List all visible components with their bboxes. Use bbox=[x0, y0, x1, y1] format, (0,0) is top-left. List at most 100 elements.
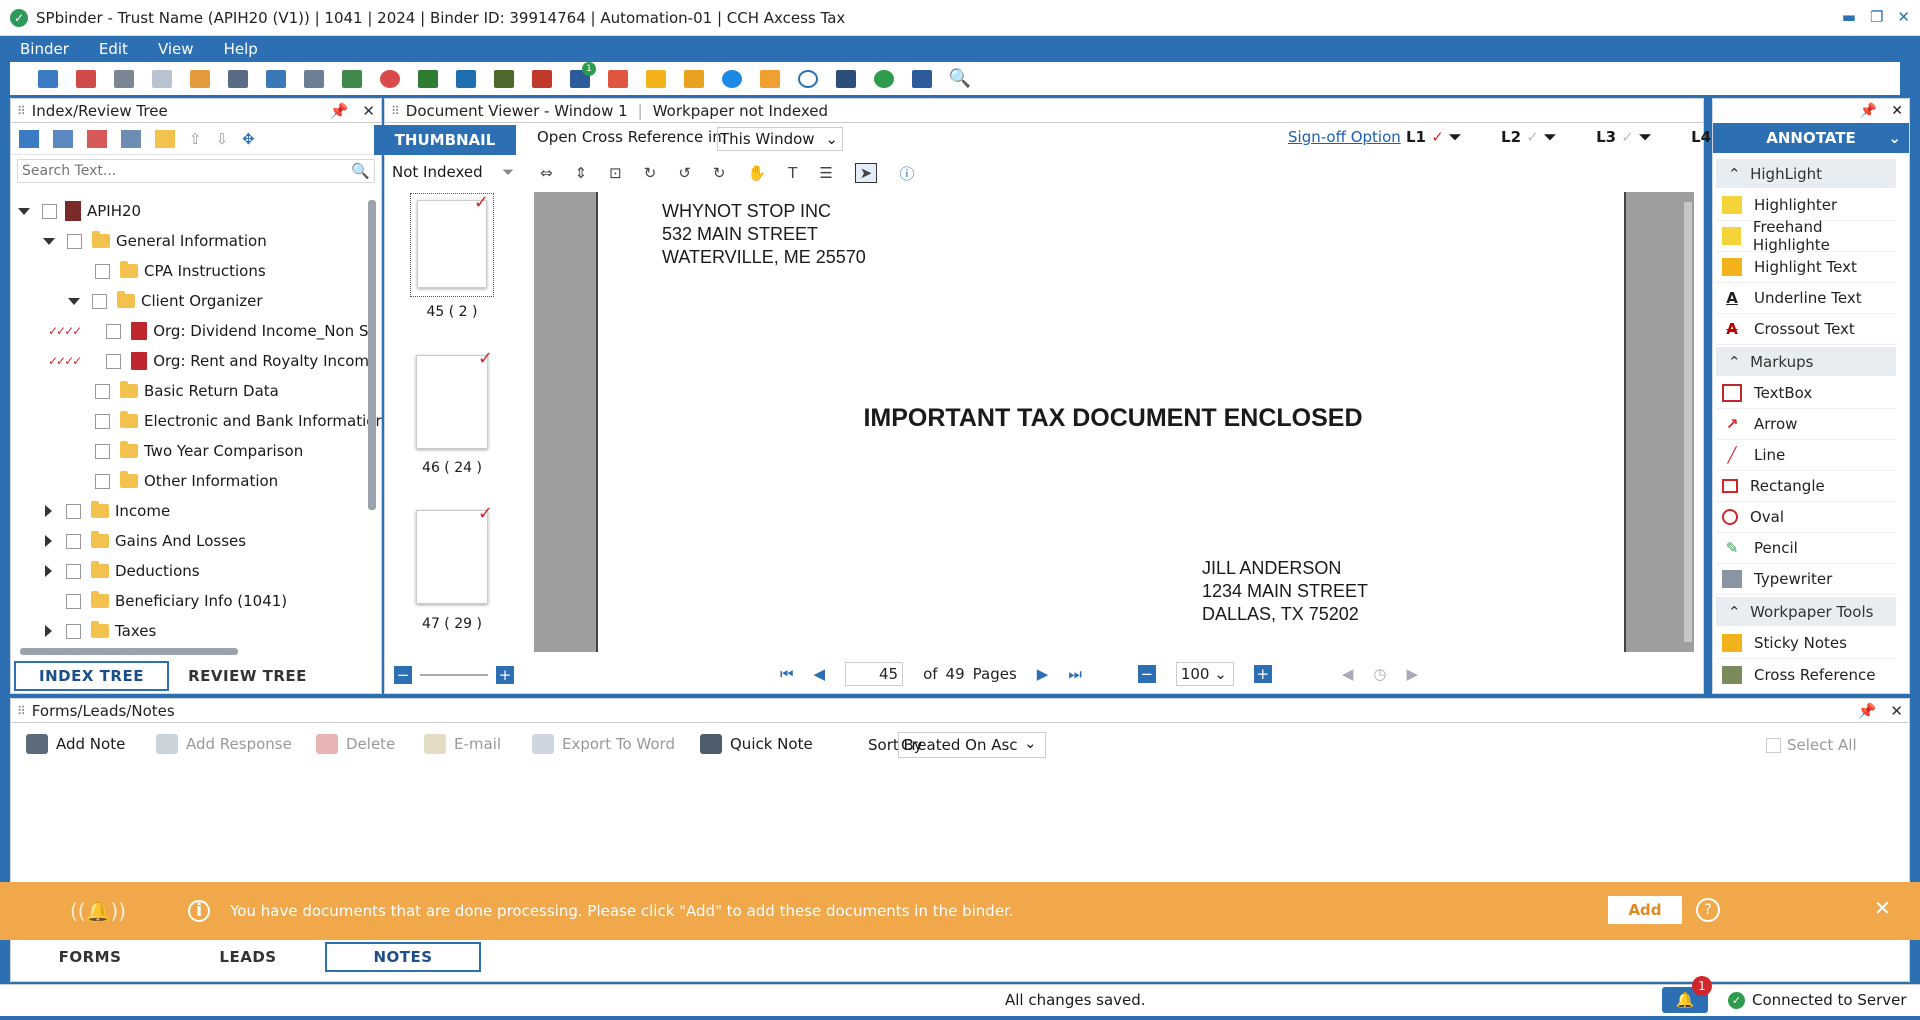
section-markups[interactable]: ⌃ Markups bbox=[1716, 347, 1896, 376]
monitor-icon[interactable] bbox=[262, 66, 290, 92]
tree-node-deductions[interactable]: Deductions bbox=[45, 557, 200, 585]
document-icon[interactable] bbox=[148, 66, 176, 92]
checkbox[interactable] bbox=[106, 323, 122, 339]
signoff-option-link[interactable]: Sign-off Option bbox=[1288, 128, 1401, 146]
tab-thumbnail[interactable]: THUMBNAIL bbox=[374, 125, 516, 155]
rotate-left-icon[interactable]: ↺ bbox=[678, 164, 691, 182]
tool-rectangle[interactable]: Rectangle bbox=[1716, 471, 1896, 502]
tree-hscroll[interactable] bbox=[20, 648, 238, 655]
history-icon[interactable]: ◷ bbox=[1373, 665, 1386, 683]
tool-sticky-notes[interactable]: Sticky Notes bbox=[1716, 628, 1896, 659]
zoom-in-icon[interactable]: + bbox=[496, 666, 514, 684]
document-canvas[interactable]: WHYNOT STOP INC 532 MAIN STREET WATERVILLE… bbox=[534, 192, 1694, 652]
import-icon[interactable] bbox=[186, 66, 214, 92]
tool-highlight-text[interactable]: Highlight Text bbox=[1716, 252, 1896, 283]
collapse-icon[interactable] bbox=[68, 297, 80, 305]
fit-width-icon[interactable]: ⇔ bbox=[540, 164, 553, 182]
email-button[interactable]: E-mail bbox=[424, 730, 501, 758]
tool-textbox[interactable]: TextBox bbox=[1716, 378, 1896, 409]
search-input[interactable] bbox=[22, 163, 352, 179]
tab-leads[interactable]: LEADS bbox=[170, 942, 326, 972]
tree-node-electronic[interactable]: Electronic and Bank Informatior bbox=[95, 407, 382, 435]
expand-icon[interactable] bbox=[45, 625, 52, 637]
select-pointer-icon[interactable]: ➤ bbox=[854, 163, 878, 183]
tab-review-tree[interactable]: REVIEW TREE bbox=[170, 661, 325, 691]
delete-note-button[interactable]: Delete bbox=[316, 730, 395, 758]
level-l2[interactable]: L2 ✓ ⏷ bbox=[1501, 128, 1556, 146]
checkbox[interactable] bbox=[95, 473, 110, 489]
checkbox[interactable] bbox=[66, 623, 81, 639]
tree-node-general[interactable]: General Information bbox=[43, 227, 267, 255]
thumbnail-46[interactable]: ✓ bbox=[416, 348, 493, 449]
checkbox[interactable] bbox=[92, 293, 107, 309]
checkbox[interactable] bbox=[66, 533, 81, 549]
close-panel-icon[interactable]: ✕ bbox=[1890, 702, 1903, 720]
minimize-icon[interactable]: ▬ bbox=[1842, 8, 1856, 26]
close-panel-icon[interactable]: ✕ bbox=[1891, 103, 1903, 119]
menu-help[interactable]: Help bbox=[220, 40, 262, 58]
tool-crossout[interactable]: A Crossout Text bbox=[1716, 314, 1896, 345]
checkbox[interactable] bbox=[66, 563, 81, 579]
close-banner-icon[interactable]: ✕ bbox=[1874, 896, 1891, 920]
tree-node-root[interactable]: APIH20 bbox=[18, 197, 141, 225]
select-all-checkbox[interactable] bbox=[1766, 737, 1781, 753]
tool-line[interactable]: ╱ Line bbox=[1716, 440, 1896, 471]
award-icon[interactable] bbox=[642, 66, 670, 92]
cross-ref-select[interactable]: This Window ⌄ bbox=[717, 127, 843, 151]
close-window-icon[interactable]: ✕ bbox=[1897, 8, 1910, 26]
zoom-out-icon[interactable]: − bbox=[394, 666, 412, 684]
fit-page-icon[interactable]: ⊡ bbox=[609, 164, 622, 182]
tool-underline[interactable]: A Underline Text bbox=[1716, 283, 1896, 314]
tree-node-income[interactable]: Income bbox=[45, 497, 170, 525]
chevron-down-icon[interactable]: ⌄ bbox=[1024, 734, 1037, 752]
close-panel-icon[interactable]: ✕ bbox=[362, 102, 375, 120]
tree-node-dividend[interactable]: ✓✓✓✓ Org: Dividend Income_Non S bbox=[48, 317, 368, 345]
expand-icon[interactable] bbox=[45, 535, 52, 547]
lock-icon[interactable] bbox=[680, 66, 708, 92]
tree-node-gains[interactable]: Gains And Losses bbox=[45, 527, 246, 555]
help-icon[interactable] bbox=[718, 66, 746, 92]
menu-view[interactable]: View bbox=[154, 40, 198, 58]
refresh-icon[interactable] bbox=[870, 66, 898, 92]
tax-blue-icon[interactable] bbox=[452, 66, 480, 92]
help-icon[interactable]: ? bbox=[1696, 898, 1720, 922]
tree-node-basic[interactable]: Basic Return Data bbox=[95, 377, 279, 405]
collapse-icon[interactable] bbox=[18, 207, 30, 215]
pin-icon[interactable]: 📌 bbox=[1860, 103, 1877, 119]
tool-freehand[interactable]: Freehand Highlighte bbox=[1716, 218, 1896, 254]
tool-typewriter[interactable]: Typewriter bbox=[1716, 564, 1896, 595]
pdf-export-icon[interactable] bbox=[72, 66, 100, 92]
menu-binder[interactable]: Binder bbox=[16, 40, 73, 58]
pan-hand-icon[interactable]: ✋ bbox=[747, 164, 766, 182]
expand-icon[interactable] bbox=[45, 565, 52, 577]
info-icon[interactable]: ⓘ bbox=[899, 163, 914, 184]
user-settings-icon[interactable] bbox=[756, 66, 784, 92]
chevron-down-icon[interactable]: ⌄ bbox=[1888, 129, 1901, 147]
tab-forms[interactable]: FORMS bbox=[12, 942, 168, 972]
target-icon[interactable] bbox=[376, 66, 404, 92]
tax-icon[interactable] bbox=[414, 66, 442, 92]
doc-vscroll[interactable] bbox=[1684, 202, 1692, 642]
fit-height-icon[interactable]: ⇕ bbox=[575, 164, 588, 182]
tab-index-tree[interactable]: INDEX TREE bbox=[14, 661, 169, 691]
zoom-out-icon[interactable]: − bbox=[1137, 665, 1156, 683]
tab-notes[interactable]: NOTES bbox=[325, 942, 481, 972]
move-down-icon[interactable]: ⇩ bbox=[216, 130, 229, 148]
banner-add-button[interactable]: Add bbox=[1608, 896, 1682, 924]
page-number-input[interactable]: 45 bbox=[845, 662, 904, 686]
checkbox[interactable] bbox=[42, 203, 57, 219]
tax-form-icon[interactable] bbox=[490, 66, 518, 92]
restore-icon[interactable]: ❐ bbox=[1870, 8, 1883, 26]
list-icon[interactable]: ☰ bbox=[819, 164, 832, 182]
export-word-button[interactable]: Export To Word bbox=[532, 730, 675, 758]
checkbox[interactable] bbox=[95, 443, 110, 459]
expand-icon[interactable] bbox=[45, 505, 52, 517]
stamp-icon[interactable] bbox=[338, 66, 366, 92]
expand-icon[interactable]: ✥ bbox=[242, 130, 255, 148]
checkbox[interactable] bbox=[95, 263, 110, 279]
tree-vscroll[interactable] bbox=[368, 200, 376, 510]
scan-icon[interactable] bbox=[224, 66, 252, 92]
add-note-button[interactable]: Add Note bbox=[26, 730, 125, 758]
tree-node-cpa[interactable]: CPA Instructions bbox=[95, 257, 266, 285]
grid-icon[interactable] bbox=[908, 66, 936, 92]
